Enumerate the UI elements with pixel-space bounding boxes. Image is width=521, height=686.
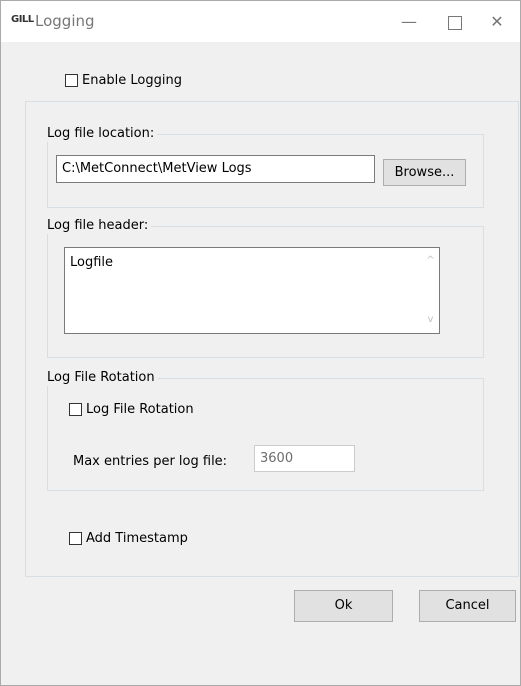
minimize-icon: —	[401, 12, 417, 31]
log-location-legend: Log file location:	[47, 126, 158, 142]
cancel-button[interactable]: Cancel	[419, 590, 516, 622]
rotation-checkbox[interactable]	[69, 403, 82, 416]
rotation-legend: Log File Rotation	[47, 370, 158, 386]
scroll-up-icon[interactable]: ^	[422, 252, 439, 270]
timestamp-row[interactable]: Add Timestamp	[69, 531, 188, 546]
max-entries-input[interactable]: 3600	[254, 445, 355, 472]
maximize-button[interactable]	[432, 1, 478, 42]
app-logo-icon: GILL	[11, 14, 34, 25]
maximize-icon	[448, 15, 462, 30]
max-entries-label: Max entries per log file:	[73, 454, 228, 469]
timestamp-checkbox[interactable]	[69, 532, 82, 545]
rotation-row[interactable]: Log File Rotation	[69, 402, 194, 417]
window-title: Logging	[35, 12, 95, 30]
log-header-text: Logfile	[70, 255, 114, 270]
ok-button[interactable]: Ok	[294, 590, 393, 622]
log-header-legend: Log file header:	[47, 218, 152, 234]
enable-logging-row[interactable]: Enable Logging	[65, 73, 182, 88]
title-bar[interactable]: GILL Logging — ✕	[1, 1, 520, 42]
log-header-textarea[interactable]: Logfile ^ v	[64, 247, 440, 334]
browse-button[interactable]: Browse...	[383, 159, 466, 186]
log-path-input[interactable]: C:\MetConnect\MetView Logs	[56, 155, 375, 183]
rotation-group: Log File Rotation	[47, 370, 484, 491]
enable-logging-label: Enable Logging	[82, 73, 182, 88]
rotation-checkbox-label: Log File Rotation	[86, 402, 194, 417]
logging-dialog: GILL Logging — ✕ Enable Logging Log file…	[0, 0, 521, 686]
close-button[interactable]: ✕	[474, 1, 520, 42]
header-scrollbar[interactable]: ^ v	[422, 248, 439, 333]
enable-logging-checkbox[interactable]	[65, 74, 78, 87]
timestamp-label: Add Timestamp	[86, 531, 188, 546]
close-icon: ✕	[490, 12, 504, 31]
minimize-button[interactable]: —	[386, 1, 432, 42]
scroll-down-icon[interactable]: v	[422, 311, 439, 329]
